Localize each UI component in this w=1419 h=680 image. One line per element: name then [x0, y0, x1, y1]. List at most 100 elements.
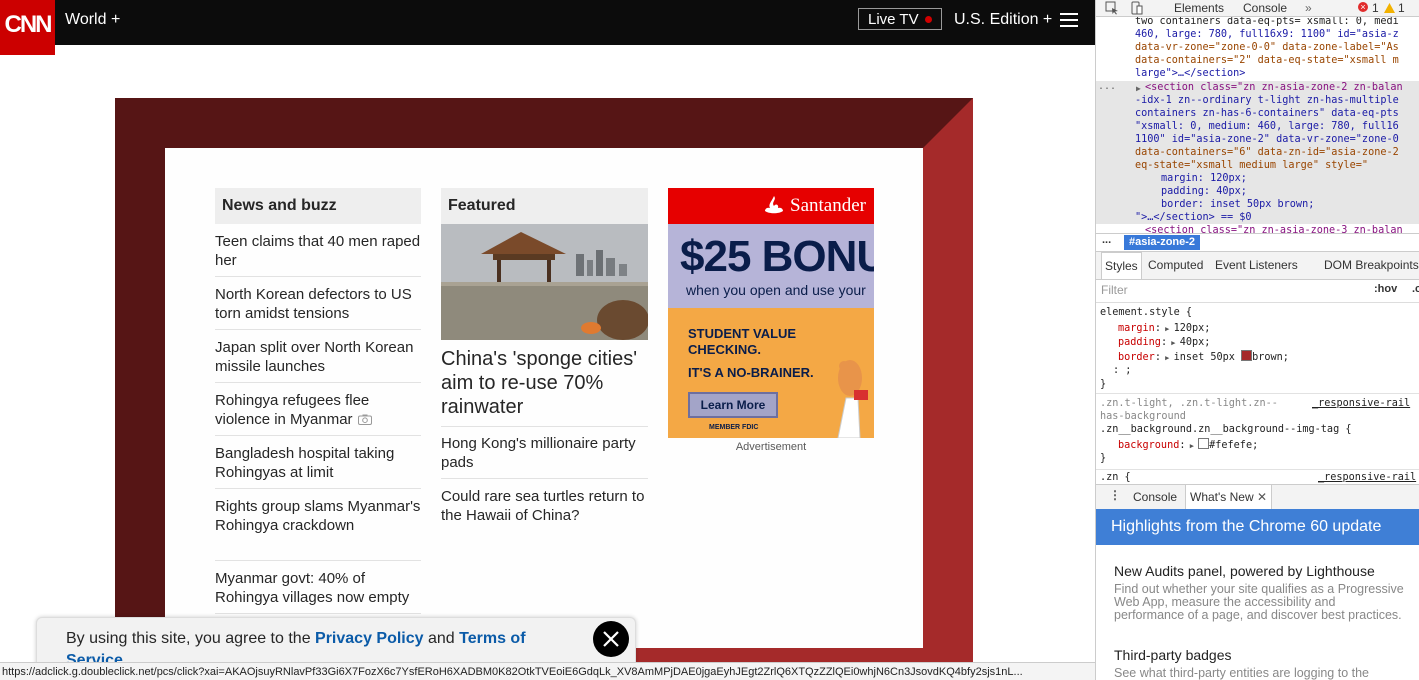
dom-line[interactable]: padding: 40px;: [1161, 185, 1247, 198]
news-item-text[interactable]: Bangladesh hospital taking Rohingyas at …: [215, 445, 394, 481]
tab-elements[interactable]: Elements: [1174, 0, 1224, 16]
edition-selector[interactable]: U.S. Edition +: [954, 11, 1052, 29]
rule-source-link[interactable]: _responsive-rail: [1318, 471, 1416, 483]
drawer-tab-whats-new-label: What's New: [1190, 490, 1254, 504]
devtools-panel: Elements Console » × 1 1 two containers …: [1095, 0, 1419, 680]
ad-learn-more-button[interactable]: Learn More: [688, 392, 778, 418]
border-prop: border: [1118, 352, 1155, 363]
cnn-logo[interactable]: CNN: [0, 0, 55, 55]
news-item-text[interactable]: Rohingya refugees flee violence in Myanm…: [215, 392, 369, 428]
dom-line[interactable]: data-containers="2" data-eq-state="xsmal…: [1135, 54, 1399, 67]
filter-placeholder[interactable]: Filter: [1101, 283, 1128, 297]
ad-brand-name: Santander: [790, 195, 866, 216]
tab-computed[interactable]: Computed: [1148, 252, 1203, 279]
close-icon[interactable]: ✕: [1257, 490, 1267, 504]
rule-selector[interactable]: .zn {: [1100, 471, 1131, 483]
dom-line[interactable]: <section class="zn zn-asia-zone-2 zn-bal…: [1145, 81, 1403, 94]
color-swatch-icon[interactable]: [1198, 438, 1210, 449]
inspect-element-icon[interactable]: [1105, 1, 1119, 15]
privacy-policy-link[interactable]: Privacy Policy: [315, 630, 424, 647]
warning-count[interactable]: 1: [1398, 0, 1405, 16]
featured-item-text[interactable]: Hong Kong's millionaire party pads: [441, 435, 636, 471]
divider: [1096, 393, 1419, 394]
breadcrumb-ellipsis[interactable]: ...: [1102, 234, 1111, 246]
news-item-text[interactable]: Rights group slams Myanmar's Rohingya cr…: [215, 498, 420, 534]
dom-line[interactable]: large">…</section>: [1135, 67, 1245, 80]
styles-filter[interactable]: Filter :hov .c: [1096, 279, 1419, 303]
featured-item[interactable]: Could rare sea turtles return to the Haw…: [441, 487, 648, 525]
dom-line[interactable]: <section class="zn zn-asia-zone-3 zn-bal…: [1145, 224, 1403, 233]
rule-selector[interactable]: .zn.t-light, .zn.t-light.zn--: [1100, 397, 1278, 411]
cookie-text-before: By using this site, you agree to the: [66, 630, 316, 647]
hamburger-menu-icon[interactable]: [1060, 13, 1078, 27]
dom-line[interactable]: containers zn-has-6-containers" data-eq-…: [1135, 107, 1399, 120]
news-item-text[interactable]: Myanmar govt: 40% of Rohingya villages n…: [215, 570, 409, 606]
santander-flame-icon: [765, 196, 783, 214]
color-swatch-icon[interactable]: [1241, 350, 1253, 361]
tab-event-listeners[interactable]: Event Listeners: [1215, 252, 1298, 279]
dom-line[interactable]: border: inset 50px brown;: [1161, 198, 1314, 211]
style-property[interactable]: border: ▶ inset 50px brown;: [1118, 350, 1289, 365]
live-tv-button[interactable]: Live TV: [858, 8, 942, 30]
news-item-text[interactable]: Teen claims that 40 men raped her: [215, 233, 420, 269]
news-item[interactable]: Japan split over North Korean missile la…: [215, 338, 421, 383]
ad-bonus-text: $25 BONUS: [680, 232, 874, 281]
tab-dom-breakpoints[interactable]: DOM Breakpoints: [1324, 252, 1419, 279]
style-property[interactable]: padding: ▶ 40px;: [1118, 336, 1210, 350]
dom-line[interactable]: margin: 120px;: [1161, 172, 1247, 185]
featured-item[interactable]: Hong Kong's millionaire party pads: [441, 434, 648, 479]
cnn-header: CNN World + Live TV U.S. Edition +: [0, 0, 1095, 55]
rule-close: }: [1100, 379, 1107, 390]
close-icon[interactable]: [593, 621, 629, 657]
ad-brainer-text: IT'S A NO-BRAINER.: [688, 365, 814, 380]
rule-selector[interactable]: has-background: [1100, 410, 1186, 424]
nav-world[interactable]: World +: [65, 11, 120, 29]
dom-line[interactable]: 460, large: 780, full16x9: 1100" id="asi…: [1135, 28, 1399, 41]
device-toolbar-icon[interactable]: [1131, 1, 1143, 15]
element-style-selector[interactable]: element.style {: [1100, 306, 1192, 320]
dom-line[interactable]: -idx-1 zn--ordinary t-light zn-has-multi…: [1135, 94, 1399, 107]
rule-source-link[interactable]: _responsive-rail: [1312, 397, 1410, 411]
rule-selector[interactable]: .zn__background.zn__background--img-tag …: [1100, 423, 1351, 437]
style-property[interactable]: margin: ▶ 120px;: [1118, 322, 1210, 336]
dom-line[interactable]: 1100" id="asia-zone-2" data-vr-zone="zon…: [1135, 133, 1399, 146]
error-icon: ×: [1358, 2, 1368, 12]
news-item[interactable]: Rights group slams Myanmar's Rohingya cr…: [215, 497, 421, 561]
dom-line[interactable]: "xsmall: 0, medium: 460, large: 780, ful…: [1135, 120, 1399, 133]
tab-console[interactable]: Console: [1243, 0, 1287, 16]
drawer-menu-icon[interactable]: ⋮: [1109, 488, 1121, 502]
news-item-text[interactable]: North Korean defectors to US torn amidst…: [215, 286, 412, 322]
more-tabs-icon[interactable]: »: [1305, 0, 1312, 16]
news-item[interactable]: Teen claims that 40 men raped her: [215, 232, 421, 277]
featured-headline[interactable]: China's 'sponge cities' aim to re-use 70…: [441, 347, 648, 427]
styles-subtabs: Styles Computed Event Listeners DOM Brea…: [1096, 251, 1419, 280]
whats-new-item-desc: Find out whether your site qualifies as …: [1114, 582, 1404, 622]
featured-image[interactable]: [441, 224, 648, 340]
breadcrumb-selected[interactable]: #asia-zone-2: [1124, 235, 1201, 250]
style-edit-line[interactable]: : ;: [1113, 364, 1131, 378]
dom-line[interactable]: eq-state="xsmall medium large" style=": [1135, 159, 1368, 172]
browser-viewport: CNN World + Live TV U.S. Edition + News …: [0, 0, 1095, 680]
drawer-tab-whats-new[interactable]: What's New ✕: [1185, 485, 1273, 509]
cls-toggle[interactable]: .c: [1412, 283, 1419, 295]
news-item[interactable]: Rohingya refugees flee violence in Myanm…: [215, 391, 421, 436]
styles-pane: element.style { margin: ▶ 120px; padding…: [1096, 303, 1419, 483]
dom-ellipsis[interactable]: ...: [1098, 80, 1116, 93]
news-item-text[interactable]: Japan split over North Korean missile la…: [215, 339, 413, 375]
dom-line[interactable]: ">…</section> == $0: [1135, 211, 1252, 224]
news-item[interactable]: North Korean defectors to US torn amidst…: [215, 285, 421, 330]
style-property[interactable]: background: ▶ #fefefe;: [1118, 438, 1258, 453]
dom-line[interactable]: two containers data-eq-pts= xsmall: 0, m…: [1135, 17, 1399, 28]
santander-ad[interactable]: Santander $25 BONUS when you open and us…: [668, 188, 874, 438]
featured-item-text[interactable]: Could rare sea turtles return to the Haw…: [441, 488, 644, 524]
news-item[interactable]: Myanmar govt: 40% of Rohingya villages n…: [215, 569, 421, 614]
dom-line[interactable]: data-containers="6" data-zn-id="asia-zon…: [1135, 146, 1399, 159]
ad-brand-bar: Santander: [668, 188, 874, 224]
drawer-tab-console[interactable]: Console: [1133, 485, 1177, 509]
tab-styles[interactable]: Styles: [1101, 252, 1142, 279]
dom-line[interactable]: data-vr-zone="zone-0-0" data-zone-label=…: [1135, 41, 1399, 54]
news-item[interactable]: Bangladesh hospital taking Rohingyas at …: [215, 444, 421, 489]
hov-toggle[interactable]: :hov: [1374, 283, 1397, 295]
error-count[interactable]: 1: [1372, 0, 1379, 16]
whats-new-banner: Highlights from the Chrome 60 update: [1096, 509, 1419, 545]
